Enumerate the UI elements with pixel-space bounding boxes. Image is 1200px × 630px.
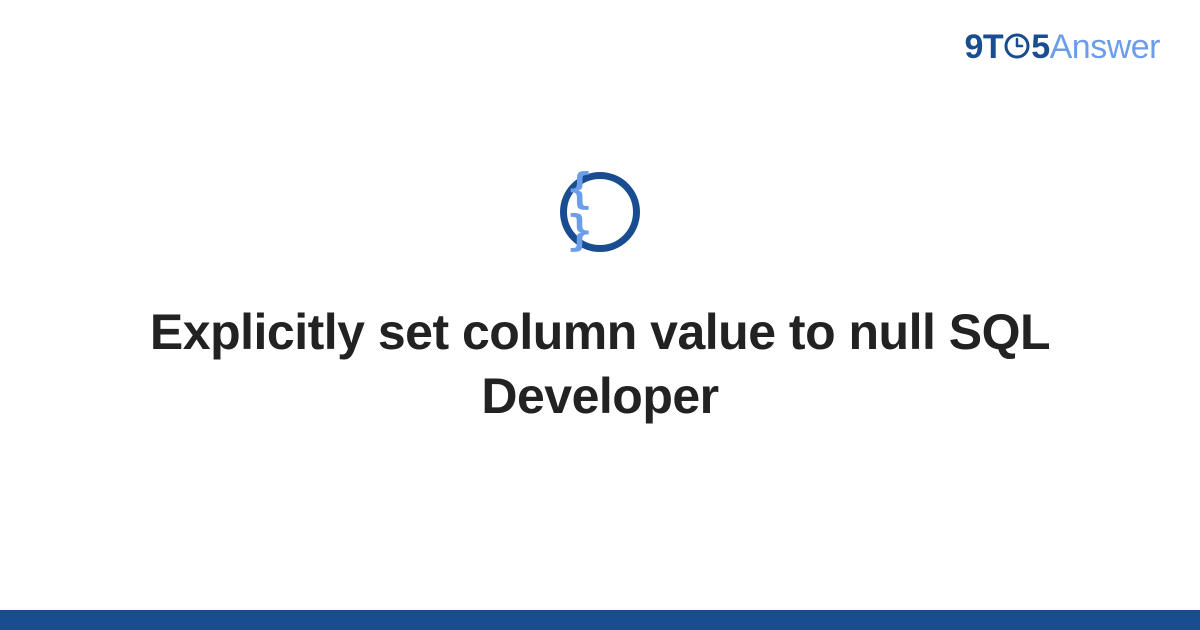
- page-title: Explicitly set column value to null SQL …: [100, 300, 1100, 428]
- code-braces-icon: { }: [567, 168, 633, 256]
- topic-icon-circle: { }: [560, 172, 640, 252]
- footer-accent-bar: [0, 610, 1200, 630]
- main-content: { } Explicitly set column value to null …: [0, 0, 1200, 600]
